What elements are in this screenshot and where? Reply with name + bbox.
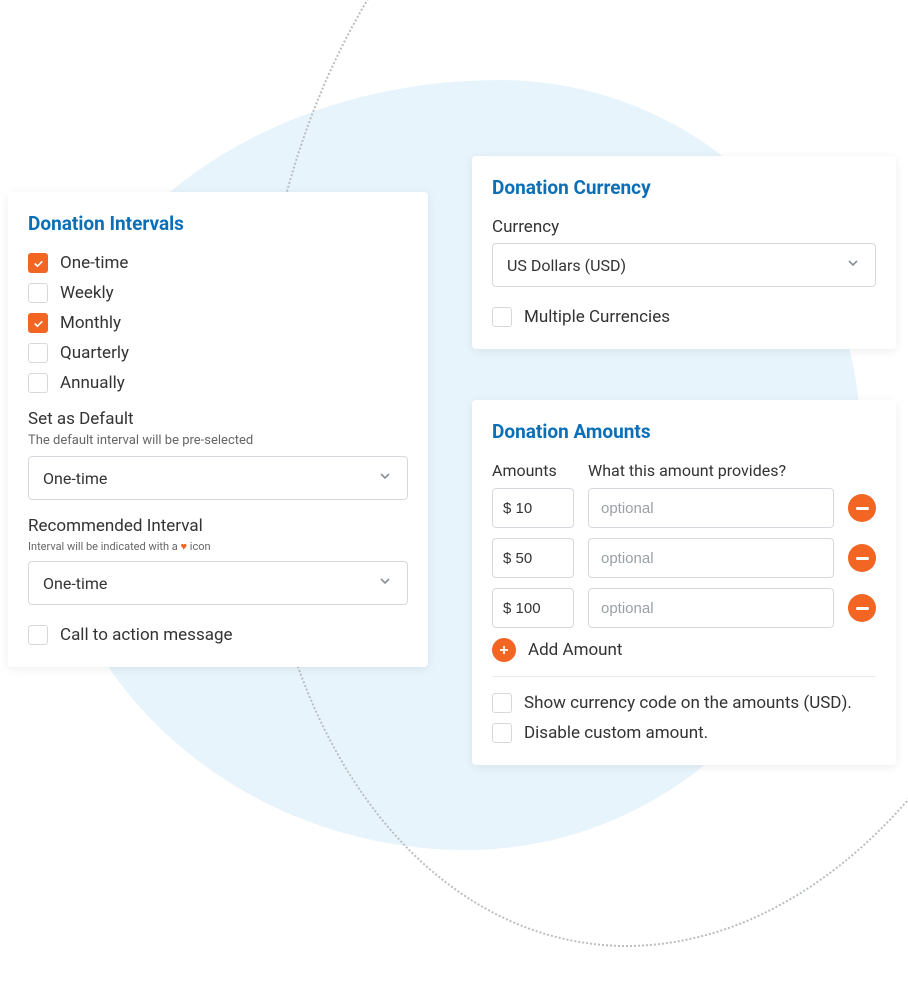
checkbox-icon xyxy=(28,373,48,393)
checkbox-icon xyxy=(492,693,512,713)
amounts-column-header: Amounts xyxy=(492,461,574,480)
amount-description-input[interactable] xyxy=(588,488,834,528)
cta-checkbox-row[interactable]: Call to action message xyxy=(28,625,408,645)
remove-amount-button[interactable] xyxy=(848,544,876,572)
minus-icon xyxy=(856,607,869,610)
card-title-amounts: Donation Amounts xyxy=(492,420,876,443)
cta-checkbox-label: Call to action message xyxy=(60,625,233,645)
heart-icon: ♥ xyxy=(181,540,188,553)
interval-option-row[interactable]: Monthly xyxy=(28,313,408,333)
checkbox-icon xyxy=(28,343,48,363)
show-currency-code-label: Show currency code on the amounts (USD). xyxy=(524,693,852,713)
checkbox-icon xyxy=(28,283,48,303)
amount-input[interactable] xyxy=(492,588,574,628)
card-title-currency: Donation Currency xyxy=(492,176,876,199)
default-interval-value: One-time xyxy=(43,469,107,488)
set-default-label: Set as Default xyxy=(28,409,408,429)
interval-option-label: Annually xyxy=(60,373,125,393)
set-default-help: The default interval will be pre-selecte… xyxy=(28,433,408,448)
provides-column-header: What this amount provides? xyxy=(588,461,876,480)
checkbox-icon xyxy=(28,625,48,645)
disable-custom-amount-label: Disable custom amount. xyxy=(524,723,708,743)
checkbox-icon xyxy=(28,313,48,333)
recommended-help: Interval will be indicated with a ♥ icon xyxy=(28,540,408,553)
interval-option-row[interactable]: Annually xyxy=(28,373,408,393)
checkbox-icon xyxy=(28,253,48,273)
chevron-down-icon xyxy=(377,573,393,593)
amount-row xyxy=(492,588,876,628)
interval-option-label: Quarterly xyxy=(60,343,129,363)
interval-option-label: Monthly xyxy=(60,313,121,333)
default-interval-select[interactable]: One-time xyxy=(28,456,408,500)
add-amount-button[interactable]: Add Amount xyxy=(492,638,876,662)
divider xyxy=(492,676,876,677)
amount-input[interactable] xyxy=(492,538,574,578)
interval-option-row[interactable]: One-time xyxy=(28,253,408,273)
currency-field-label: Currency xyxy=(492,217,876,237)
amount-description-input[interactable] xyxy=(588,588,834,628)
amount-row xyxy=(492,538,876,578)
amount-description-input[interactable] xyxy=(588,538,834,578)
interval-option-row[interactable]: Weekly xyxy=(28,283,408,303)
minus-icon xyxy=(856,557,869,560)
remove-amount-button[interactable] xyxy=(848,494,876,522)
recommended-interval-select[interactable]: One-time xyxy=(28,561,408,605)
donation-intervals-card: Donation Intervals One-time Weekly Monthly… xyxy=(8,192,428,667)
disable-custom-amount-checkbox-row[interactable]: Disable custom amount. xyxy=(492,723,876,743)
amount-input[interactable] xyxy=(492,488,574,528)
recommended-interval-value: One-time xyxy=(43,574,107,593)
chevron-down-icon xyxy=(377,468,393,488)
add-amount-label: Add Amount xyxy=(528,640,623,660)
plus-icon xyxy=(492,638,516,662)
interval-option-row[interactable]: Quarterly xyxy=(28,343,408,363)
donation-currency-card: Donation Currency Currency US Dollars (U… xyxy=(472,156,896,349)
checkbox-icon xyxy=(492,307,512,327)
interval-option-label: One-time xyxy=(60,253,128,273)
recommended-label: Recommended Interval xyxy=(28,516,408,536)
minus-icon xyxy=(856,507,869,510)
amount-row xyxy=(492,488,876,528)
show-currency-code-checkbox-row[interactable]: Show currency code on the amounts (USD). xyxy=(492,693,876,713)
currency-value: US Dollars (USD) xyxy=(507,256,626,275)
card-title-intervals: Donation Intervals xyxy=(28,212,408,235)
checkbox-icon xyxy=(492,723,512,743)
remove-amount-button[interactable] xyxy=(848,594,876,622)
multiple-currencies-label: Multiple Currencies xyxy=(524,307,670,327)
donation-amounts-card: Donation Amounts Amounts What this amoun… xyxy=(472,400,896,765)
currency-select[interactable]: US Dollars (USD) xyxy=(492,243,876,287)
multiple-currencies-checkbox-row[interactable]: Multiple Currencies xyxy=(492,307,876,327)
chevron-down-icon xyxy=(845,255,861,275)
interval-option-label: Weekly xyxy=(60,283,114,303)
